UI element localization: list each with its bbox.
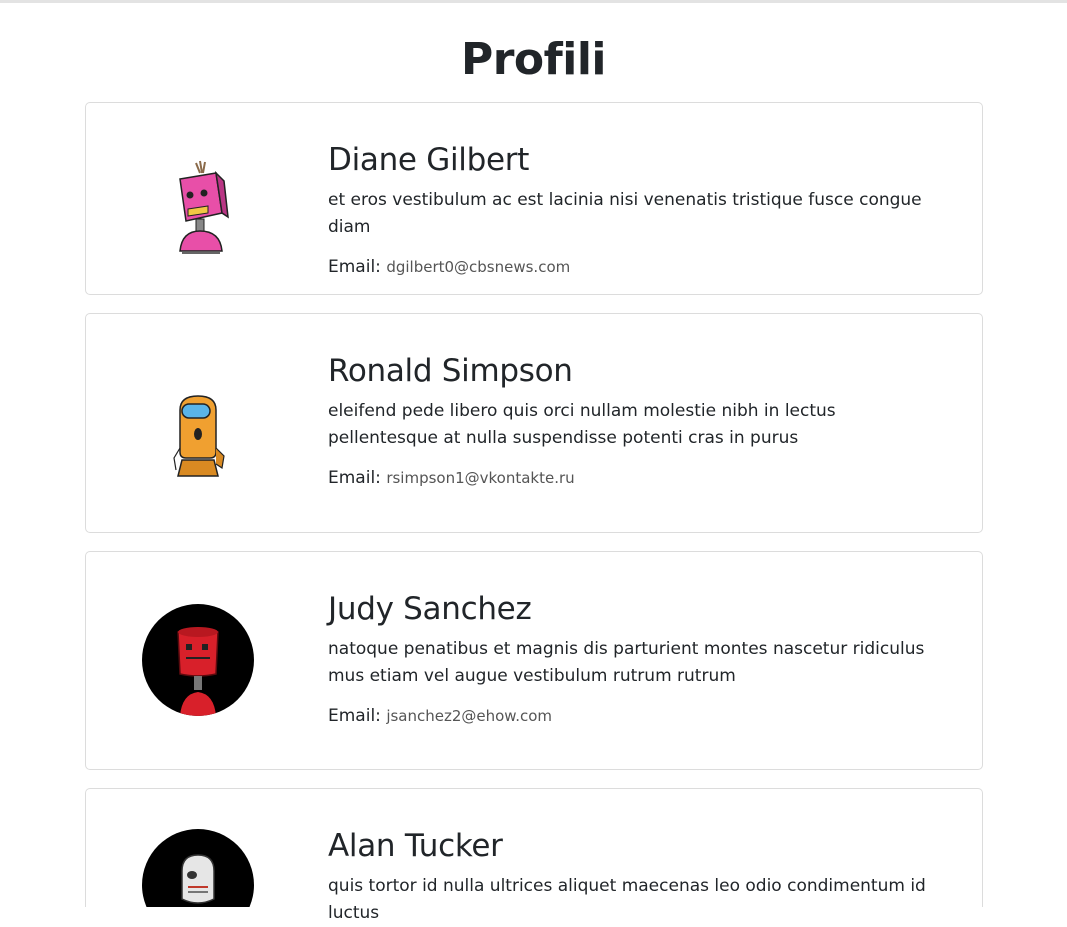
profile-name: Ronald Simpson <box>328 353 573 389</box>
profile-card: Alan Tucker quis tortor id nulla ultrice… <box>85 788 983 923</box>
orange-robot-icon <box>173 395 225 477</box>
profile-name: Alan Tucker <box>328 828 503 864</box>
email-value[interactable]: jsanchez2@ehow.com <box>386 707 552 725</box>
profile-description: eleifend pede libero quis orci nullam mo… <box>328 401 836 448</box>
email-label: Email: <box>328 468 381 488</box>
email-label: Email: <box>328 257 381 277</box>
profile-name: Judy Sanchez <box>328 591 532 627</box>
red-robot-icon <box>177 627 219 716</box>
top-divider <box>0 0 1067 3</box>
white-robot-icon <box>181 854 215 904</box>
profile-name: Diane Gilbert <box>328 142 530 178</box>
profile-card: Ronald Simpson eleifend pede libero quis… <box>85 313 983 533</box>
profile-description: natoque penatibus et magnis dis parturie… <box>328 639 925 686</box>
email-line: Email: rsimpson1@vkontakte.ru <box>328 466 942 490</box>
avatar <box>142 829 254 907</box>
email-label: Email: <box>328 706 381 726</box>
email-line: Email: dgilbert0@cbsnews.com <box>328 255 942 279</box>
email-value[interactable]: rsimpson1@vkontakte.ru <box>386 469 574 487</box>
avatar <box>142 604 254 716</box>
avatar-circle <box>142 829 254 907</box>
profile-card: Diane Gilbert et eros vestibulum ac est … <box>85 102 983 295</box>
avatar-circle <box>142 604 254 716</box>
profile-description: quis tortor id nulla ultrices aliquet ma… <box>328 876 926 923</box>
email-line: Email: jsanchez2@ehow.com <box>328 704 942 728</box>
avatar <box>142 151 254 263</box>
email-value[interactable]: dgilbert0@cbsnews.com <box>386 258 570 276</box>
page-title: Profili <box>460 34 607 85</box>
avatar <box>142 368 254 480</box>
profile-card: Judy Sanchez natoque penatibus et magnis… <box>85 551 983 770</box>
pink-robot-icon <box>179 160 229 254</box>
profile-description: et eros vestibulum ac est lacinia nisi v… <box>328 190 922 237</box>
